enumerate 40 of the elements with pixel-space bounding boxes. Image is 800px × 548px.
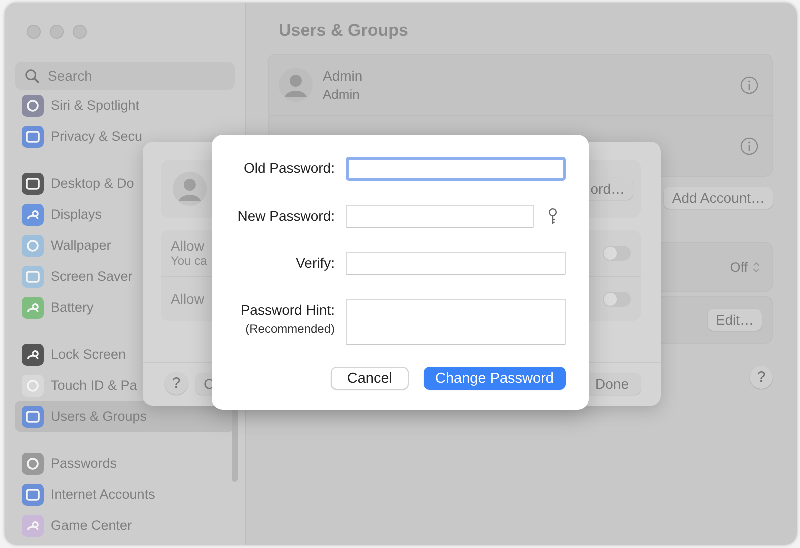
help-button[interactable]: ?	[750, 366, 773, 389]
field-label: Old Password:	[244, 160, 335, 176]
option-title: Allow	[171, 291, 204, 307]
auto-login-popup[interactable]: Off	[730, 260, 760, 274]
sidebar-item[interactable]: Game Center	[5, 510, 235, 541]
info-icon[interactable]	[740, 76, 759, 94]
add-account-button[interactable]: Add Account…	[664, 187, 773, 209]
user-name: Admin	[323, 68, 364, 84]
field-note: (Recommended)	[246, 322, 335, 336]
chevron-icon	[753, 262, 760, 272]
field-label: Verify:	[296, 255, 335, 271]
search-field[interactable]: Search	[15, 62, 235, 90]
user-role: Admin	[323, 87, 361, 102]
field-label: New Password:	[238, 208, 335, 224]
sidebar-item[interactable]: Passwords	[5, 448, 235, 479]
avatar-icon	[279, 68, 313, 102]
edit-button[interactable]: Edit…	[708, 309, 762, 331]
zoom-button[interactable]	[73, 25, 87, 39]
key-icon[interactable]	[548, 208, 558, 226]
info-icon[interactable]	[740, 136, 759, 156]
dialog-button[interactable]: Cancel	[331, 367, 408, 390]
minimize-button[interactable]	[50, 25, 64, 39]
option-title: Allow	[171, 238, 206, 254]
hint-field[interactable]	[346, 299, 566, 345]
password-field[interactable]	[346, 157, 566, 181]
search-icon	[25, 69, 40, 84]
dialog-button[interactable]: Change Password	[424, 367, 566, 390]
help-button[interactable]: ?	[165, 372, 188, 395]
close-button[interactable]	[27, 25, 41, 39]
avatar-icon	[173, 172, 207, 206]
password-field[interactable]	[346, 252, 566, 275]
page-title: Users & Groups	[279, 21, 410, 41]
option-description: You ca	[171, 254, 208, 268]
toggle-switch[interactable]	[603, 246, 631, 260]
field-label: Password Hint:	[240, 302, 335, 318]
sidebar-item[interactable]: Siri & Spotlight	[5, 90, 235, 121]
sidebar-item[interactable]: Users & Groups	[15, 401, 235, 432]
password-field[interactable]	[346, 205, 534, 228]
sidebar-item[interactable]: Internet Accounts	[5, 479, 235, 510]
toggle-switch[interactable]	[603, 292, 631, 306]
